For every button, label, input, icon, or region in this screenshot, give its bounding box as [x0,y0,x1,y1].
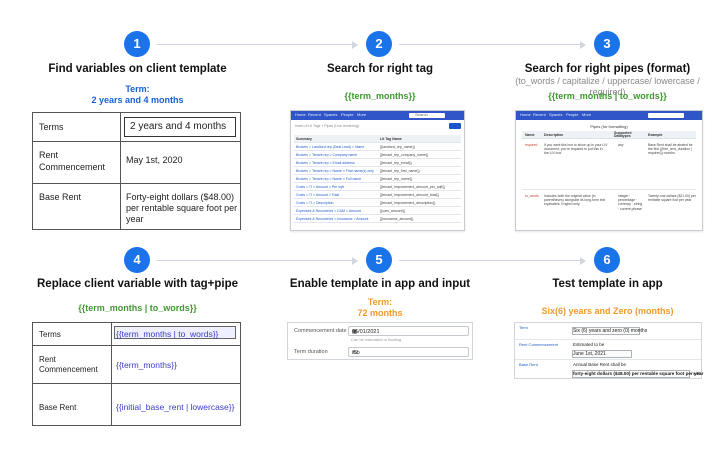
pipes-table-header: Name Description Supported Datatypes Exa… [522,131,696,139]
breadcrumb: Index of Lit Tags + Pipes (Live-renderin… [295,124,359,128]
step-6-title: Test template in app [552,278,663,290]
connector-2-3 [399,41,586,49]
nav-people[interactable]: People [341,112,353,117]
app-input-form: Commencement date 06/01/2021 ▦ Can be es… [287,322,473,360]
nav-spaces[interactable]: Spaces [324,112,337,117]
table-header: Summary Lit Tag Name [294,135,461,143]
nav-recent[interactable]: Recent [308,112,321,117]
step-1-term-value: 2 years and 4 months [91,95,184,105]
test-output-preview: Term Six (6) years and zero (0) months R… [514,322,704,379]
search-placeholder: Search [415,112,428,117]
nav-more[interactable]: More [357,112,366,117]
step-1-title: Find variables on client template [48,63,227,75]
term-duration-label: Term duration [294,349,328,355]
nav-home[interactable]: Home [295,112,306,117]
table-row: Brokers > Tenant rep > Company name {{ten… [294,151,461,159]
table-row: Rent Commencement Estimated to be June 1… [515,340,701,360]
connector-4-5 [157,257,358,265]
step-number-2: 2 [366,31,392,57]
tag-index-screenshot: Home Recent Spaces People More Search In… [290,110,465,231]
step-number-6: 6 [594,247,620,273]
table-row: Brokers > Tenant rep > Name > First name… [294,167,461,175]
row-value-highlighted: 2 years and 4 months [130,121,227,132]
table-row: Base Rent {{initial_base_rent | lowercas… [39,402,235,412]
table-row: Brokers > Tenant rep > Email address {{te… [294,159,461,167]
commencement-date-input[interactable]: 06/01/2021 ▦ [348,326,469,336]
calendar-icon[interactable]: ▦ [352,329,465,335]
table-row: Costs > TI > Description {{tenant_improve… [294,199,461,207]
row-value: May 1st, 2020 [126,155,183,165]
modified-template-table: Terms {{term_months | to_words}} Rent Co… [32,322,241,426]
table-row: Rent Commencement {{term_months}} [33,346,240,384]
nav-bar: Home Recent Spaces People More [516,111,702,120]
table-row: Brokers > Tenant rep > Name > Full name{… [294,175,461,183]
step-2-tag: {{term_months}} [344,91,416,101]
table-row: Base Rent Forty-eight dollars ($48.00) p… [33,184,240,231]
table-row: Costs > TI > Amount > Per sqft {{tenant_i… [294,183,461,191]
table-row: Terms {{term_months | to_words}} [33,323,240,346]
search-input[interactable] [648,113,684,118]
step-number-3: 3 [594,31,620,57]
commencement-date-label: Commencement date [294,328,347,334]
step-4-tag: {{term_months | to_words}} [78,303,197,313]
step-5-term-label: Term: [367,297,393,307]
step-2-title: Search for right tag [326,63,434,75]
commencement-hint: Can be estimated or floating [351,337,402,342]
step-number-1: 1 [124,31,150,57]
table-row: Brokers > Landlord rep (Deal Lead) > Nam… [294,143,461,151]
row-value: Forty-eight dollars ($48.00) per rentabl… [126,192,238,224]
share-button[interactable] [449,123,461,129]
step-4-title: Replace client variable with tag+pipe [37,278,238,290]
row-key: Base Rent [39,192,82,202]
row-key: Rent Commencement [39,150,106,172]
table-row: required If you want this box to show up… [522,140,696,190]
connector-1-2 [157,41,358,49]
connector-5-6 [399,257,586,265]
table-row: Base Rent Annual Base Rent shall be fort… [519,362,704,378]
step-5-term-value: 72 months [357,308,403,318]
table-row: Expenses & Recoveries > Insurance > Amou… [294,215,461,223]
step-1-term-label: Term: [125,84,150,94]
step-3-tag: {{term_months | to_words}} [548,91,667,101]
step-number-4: 4 [124,247,150,273]
step-3-title: Search for right pipes (format) [524,63,691,75]
table-row: Terms 2 years and 4 months [33,113,240,142]
table-row: to_words Includes both the original valu… [522,191,696,230]
client-template-table: Terms 2 years and 4 months Rent Commence… [32,112,241,230]
pipes-page-title: Pipes (for formatting) [590,124,628,129]
nav-bar: Home Recent Spaces People More Search [291,111,464,120]
pipes-screenshot: Home Recent Spaces People More Pipes (fo… [515,110,703,231]
step-number-5: 5 [366,247,392,273]
term-duration-input[interactable]: 72 mo [348,347,469,357]
step-5-title: Enable template in app and input [289,278,471,290]
row-value-highlighted: {{term_months | to_words}} [116,329,219,339]
table-row: Expenses & Recoveries > CAM > Amount {{ca… [294,207,461,215]
table-row: Term Six (6) years and zero (0) months [515,323,701,340]
step-6-term-value: Six(6) years and Zero (months) [541,306,674,316]
table-row: Rent Commencement May 1st, 2020 [33,142,240,184]
table-row: Costs > TI > Amount > Total {{tenant_impr… [294,191,461,199]
row-key: Terms [39,122,64,132]
